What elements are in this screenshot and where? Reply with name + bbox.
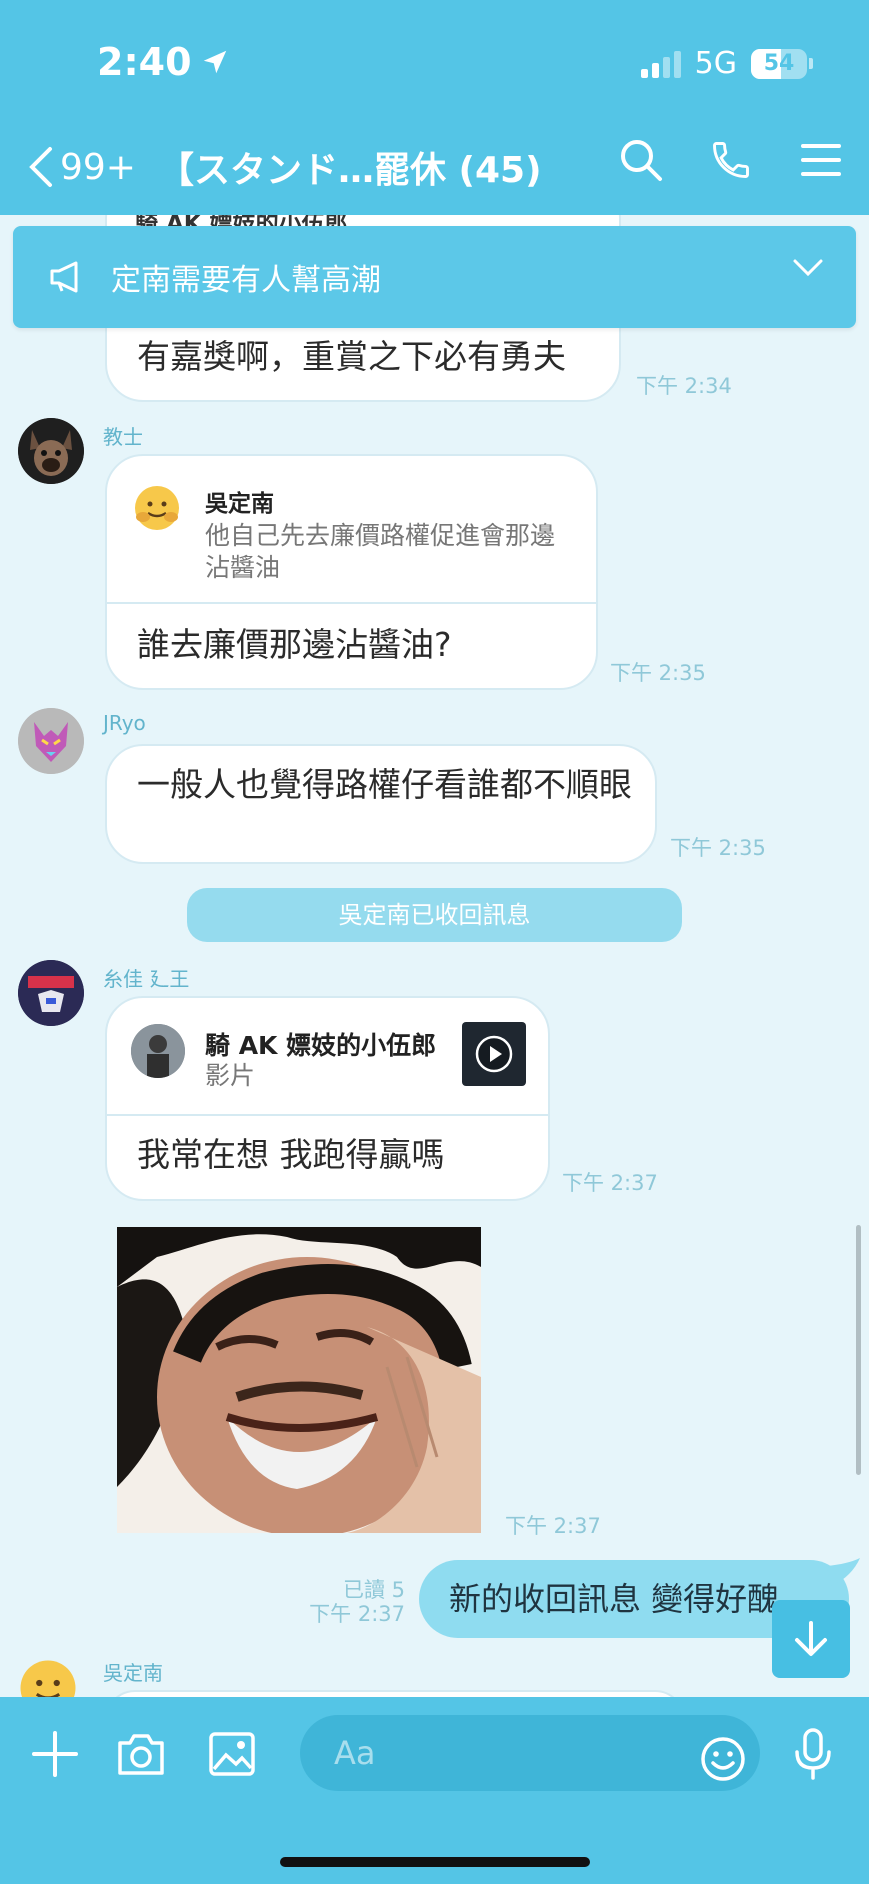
video-poster-avatar bbox=[131, 1024, 185, 1078]
status-indicators: 5G 54 bbox=[640, 46, 813, 81]
chat-title[interactable]: 【スタンド…罷休 (45) bbox=[158, 141, 542, 193]
add-button[interactable] bbox=[28, 1727, 82, 1781]
menu-button[interactable] bbox=[797, 136, 845, 184]
message-text: 誰去廉價那邊沾醬油? bbox=[137, 625, 452, 664]
image-icon bbox=[209, 1732, 255, 1776]
plus-icon bbox=[32, 1731, 78, 1777]
message-text: 我常在想 我跑得贏嗎 bbox=[137, 1135, 445, 1174]
message-time: 下午 2:34 bbox=[636, 374, 732, 398]
message-text: 新的收回訊息 變得好醜 bbox=[449, 1580, 780, 1618]
message-time: 下午 2:37 bbox=[505, 1514, 601, 1538]
back-button[interactable]: 99+ bbox=[28, 145, 136, 189]
battery-icon: 54 bbox=[751, 48, 807, 79]
input-bar bbox=[0, 1697, 869, 1884]
emoji-button[interactable] bbox=[696, 1732, 750, 1786]
signal-icon bbox=[640, 50, 681, 78]
sender-name: JRyo bbox=[103, 711, 146, 735]
dog-avatar-icon bbox=[18, 418, 84, 484]
scrollbar[interactable] bbox=[856, 1225, 861, 1475]
megaphone-icon bbox=[50, 261, 78, 293]
quote-text: 他自己先去廉價路權促進會那邊沾醬油 bbox=[205, 521, 556, 582]
arrow-down-icon bbox=[795, 1621, 827, 1656]
home-indicator bbox=[280, 1857, 590, 1867]
message-time: 下午 2:35 bbox=[610, 661, 706, 685]
message-text: 一般人也覺得路權仔看誰都不順眼 bbox=[137, 765, 632, 804]
video-subtitle: 影片 bbox=[205, 1061, 256, 1090]
smiley-icon bbox=[701, 1737, 745, 1781]
avatar[interactable] bbox=[18, 960, 84, 1026]
gallery-button[interactable] bbox=[205, 1727, 259, 1781]
menu-icon bbox=[801, 144, 841, 176]
chevron-left-icon bbox=[29, 147, 52, 187]
camera-icon bbox=[118, 1734, 164, 1775]
play-icon bbox=[475, 1035, 513, 1073]
video-title: 騎 AK 嫖妓的小伍郎 bbox=[205, 1031, 437, 1060]
read-count: 已讀 5 bbox=[342, 1578, 405, 1602]
emoji-avatar bbox=[133, 484, 181, 532]
clock: 2:40 bbox=[97, 40, 192, 84]
message-input[interactable] bbox=[300, 1715, 760, 1791]
photo-message[interactable] bbox=[117, 1227, 481, 1533]
wolf-avatar-icon bbox=[18, 708, 84, 774]
video-thumbnail[interactable] bbox=[462, 1022, 526, 1086]
unread-count: 99+ bbox=[60, 146, 136, 188]
message-time: 下午 2:37 bbox=[309, 1602, 405, 1626]
camera-button[interactable] bbox=[114, 1727, 168, 1781]
message-bubble[interactable]: 一般人也覺得路權仔看誰都不順眼 bbox=[105, 744, 657, 864]
battery-level: 54 bbox=[763, 50, 795, 76]
status-time: 2:40 bbox=[97, 40, 230, 84]
chevron-down-icon[interactable] bbox=[792, 258, 824, 278]
phone-icon bbox=[713, 142, 749, 178]
sender-name: 糸佳 廴王 bbox=[103, 967, 190, 991]
scroll-to-bottom-button[interactable] bbox=[772, 1600, 850, 1678]
laughing-man-photo bbox=[117, 1227, 481, 1533]
announcement-text: 定南需要有人幫高潮 bbox=[111, 263, 381, 298]
read-receipt: 已讀 5 下午 2:37 bbox=[309, 1578, 405, 1626]
network-type: 5G bbox=[694, 46, 737, 81]
call-button[interactable] bbox=[707, 136, 755, 184]
message-time: 下午 2:37 bbox=[562, 1171, 658, 1195]
quote-sender: 吳定南 bbox=[205, 491, 274, 517]
sender-name: 吳定南 bbox=[103, 1661, 163, 1685]
announcement-banner[interactable]: 定南需要有人幫高潮 bbox=[13, 226, 856, 328]
avatar[interactable] bbox=[18, 418, 84, 484]
nav-bar: 99+ 【スタンド…罷休 (45) bbox=[0, 130, 869, 204]
bubble-tail bbox=[826, 1558, 860, 1586]
location-arrow-icon bbox=[203, 50, 226, 74]
microphone-icon bbox=[795, 1728, 831, 1780]
gundam-avatar-icon bbox=[18, 960, 84, 1026]
search-icon bbox=[621, 140, 662, 181]
chat-header: 2:40 5G 54 99+ 【スタンド…罷休 (45) bbox=[0, 0, 869, 215]
message-time: 下午 2:35 bbox=[670, 836, 766, 860]
voice-button[interactable] bbox=[786, 1727, 840, 1781]
search-button[interactable] bbox=[617, 136, 665, 184]
message-bubble[interactable]: 騎 AK 嫖妓的小伍郎 影片 我常在想 我跑得贏嗎 bbox=[105, 996, 550, 1201]
sender-name: 教士 bbox=[103, 425, 143, 449]
message-text: 有嘉獎啊，重賞之下必有勇夫 bbox=[137, 337, 566, 376]
system-message: 吳定南已收回訊息 bbox=[187, 888, 682, 942]
avatar[interactable] bbox=[18, 708, 84, 774]
message-bubble[interactable]: 吳定南 他自己先去廉價路權促進會那邊沾醬油 誰去廉價那邊沾醬油? bbox=[105, 454, 598, 690]
hug-emoji-icon bbox=[135, 486, 179, 530]
